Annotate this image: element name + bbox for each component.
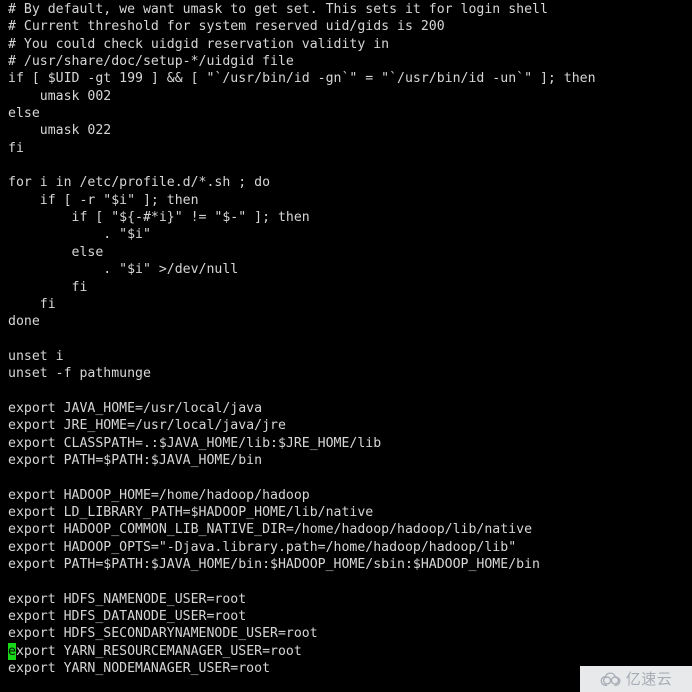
terminal-line: umask 002 (8, 88, 112, 104)
terminal-line: . "$i" >/dev/null (8, 262, 239, 278)
terminal-line: export CLASSPATH=.:$JAVA_HOME/lib:$JRE_H… (8, 435, 382, 451)
terminal-line: export HADOOP_COMMON_LIB_NATIVE_DIR=/hom… (8, 522, 533, 538)
terminal-line: fi (8, 140, 24, 156)
terminal-line: export LD_LIBRARY_PATH=$HADOOP_HOME/lib/… (8, 504, 374, 520)
terminal-line: fi (8, 279, 88, 295)
terminal-line: export PATH=$PATH:$JAVA_HOME/bin (8, 452, 263, 468)
terminal-line: export YARN_RESOURCEMANAGER_USER=root (8, 642, 302, 661)
terminal-screen[interactable]: # By default, we want umask to get set. … (0, 0, 692, 692)
terminal-line: for i in /etc/profile.d/*.sh ; do (8, 175, 271, 191)
terminal-line: # By default, we want umask to get set. … (8, 2, 548, 17)
terminal-line: done (8, 314, 40, 330)
terminal-line: export JAVA_HOME=/usr/local/java (8, 400, 263, 416)
terminal-line: if [ $UID -gt 199 ] && [ "`/usr/bin/id -… (8, 71, 596, 87)
watermark: 亿速云 (580, 666, 692, 692)
terminal-line: umask 022 (8, 123, 112, 139)
terminal-line: if [ -r "$i" ]; then (8, 192, 199, 208)
terminal-line: fi (8, 296, 56, 312)
terminal-line: export HDFS_DATANODE_USER=root (8, 609, 247, 625)
terminal-line: # /usr/share/doc/setup-*/uidgid file (8, 54, 294, 70)
terminal-line: export HDFS_NAMENODE_USER=root (8, 591, 247, 607)
terminal-line: export HDFS_SECONDARYNAMENODE_USER=root (8, 626, 318, 642)
terminal-line: # Current threshold for system reserved … (8, 19, 445, 35)
terminal-line: else (8, 106, 40, 122)
terminal-line: unset i (8, 348, 64, 364)
terminal-line: . "$i" (8, 227, 151, 243)
terminal-line: export PATH=$PATH:$JAVA_HOME/bin:$HADOOP… (8, 557, 540, 572)
terminal-line: if [ "${-#*i}" != "$-" ]; then (8, 210, 310, 226)
terminal-line: export HADOOP_HOME=/home/hadoop/hadoop (8, 487, 310, 503)
terminal-line: # You could check uidgid reservation val… (8, 36, 390, 52)
cloud-icon (600, 672, 621, 686)
terminal-line: export HADOOP_OPTS="-Djava.library.path=… (8, 539, 517, 555)
terminal-line: unset -f pathmunge (8, 366, 151, 382)
text-cursor: e (8, 642, 16, 661)
terminal-line: else (8, 244, 104, 260)
terminal-line: export JRE_HOME=/usr/local/java/jre (8, 418, 286, 434)
watermark-text: 亿速云 (625, 669, 673, 688)
